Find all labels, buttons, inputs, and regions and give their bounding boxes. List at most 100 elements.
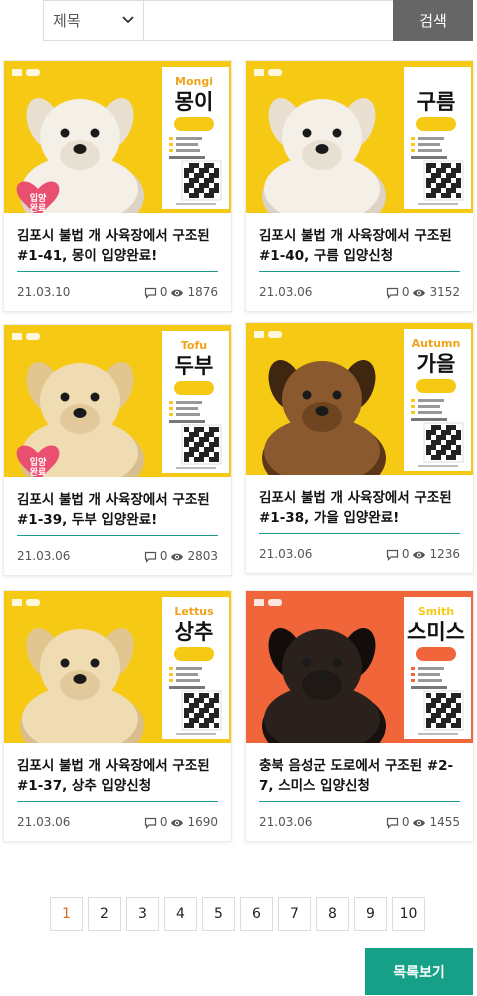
card-divider [259, 533, 460, 534]
dog-poster-image: Smith 스미스 [246, 591, 473, 743]
search-input[interactable] [144, 1, 393, 40]
view-count: 1690 [187, 815, 218, 829]
page-link[interactable]: 7 [278, 897, 311, 931]
post-title[interactable]: 김포시 불법 개 사육장에서 구조된 #1-38, 가을 입양완료! [259, 488, 460, 528]
post-title[interactable]: 김포시 불법 개 사육장에서 구조된 #1-37, 상추 입양신청 [17, 756, 218, 796]
post-thumbnail[interactable]: Smith 스미스 [246, 591, 473, 743]
post-stats: 0 1236 [386, 547, 460, 561]
post-meta: 21.03.06 0 1236 [259, 547, 460, 561]
chevron-down-icon [122, 14, 134, 27]
page-link[interactable]: 8 [316, 897, 349, 931]
page-link[interactable]: 6 [240, 897, 273, 931]
post-thumbnail[interactable]: Tofu 두부 입양 완료 [4, 325, 231, 477]
svg-text:Lettus: Lettus [174, 605, 214, 618]
dog-poster-image: Tofu 두부 입양 완료 [4, 325, 231, 477]
svg-text:입양: 입양 [30, 192, 47, 204]
svg-text:Autumn: Autumn [412, 337, 461, 350]
comment-icon [144, 285, 157, 299]
comment-icon [144, 549, 157, 563]
post-card[interactable]: Tofu 두부 입양 완료 김포시 불법 개 사육장에서 구조된 #1-39, … [3, 324, 232, 576]
card-divider [17, 271, 218, 272]
post-card[interactable]: Lettus 상추 김포시 불법 개 사육장에서 구조된 #1-37, 상추 입… [3, 590, 232, 842]
comment-count: 0 [401, 547, 410, 561]
card-divider [17, 535, 218, 536]
comment-icon [386, 815, 399, 829]
post-stats: 0 1876 [144, 285, 218, 299]
svg-text:두부: 두부 [175, 354, 214, 378]
search-button[interactable]: 검색 [393, 0, 473, 41]
dog-poster-image: 구름 [246, 61, 473, 213]
list-view-button[interactable]: 목록보기 [365, 948, 473, 995]
search-bar: 제목 검색 [43, 0, 473, 41]
page-link[interactable]: 1 [50, 897, 83, 931]
post-thumbnail[interactable]: 구름 [246, 61, 473, 213]
comment-count: 0 [401, 815, 410, 829]
view-count: 1455 [429, 815, 460, 829]
post-date: 21.03.06 [17, 549, 71, 563]
post-title[interactable]: 충북 음성군 도로에서 구조된 #2-7, 스미스 입양신청 [259, 756, 460, 796]
post-meta: 21.03.10 0 1876 [17, 285, 218, 299]
post-date: 21.03.06 [259, 285, 313, 299]
svg-text:Smith: Smith [418, 605, 454, 618]
post-stats: 0 1690 [144, 815, 218, 829]
post-date: 21.03.06 [17, 815, 71, 829]
post-date: 21.03.10 [17, 285, 71, 299]
eye-icon [412, 815, 426, 829]
svg-text:완료: 완료 [30, 202, 47, 213]
svg-text:구름: 구름 [417, 90, 456, 114]
svg-text:가을: 가을 [417, 352, 456, 376]
page-link[interactable]: 3 [126, 897, 159, 931]
post-card[interactable]: Mongi 몽이 입양 완료 김포시 불법 개 사육장에서 구조된 #1-41,… [3, 60, 232, 312]
comment-count: 0 [159, 285, 168, 299]
page-link[interactable]: 5 [202, 897, 235, 931]
page-link[interactable]: 2 [88, 897, 121, 931]
svg-text:몽이: 몽이 [175, 90, 214, 114]
svg-text:완료: 완료 [30, 466, 47, 477]
svg-text:상추: 상추 [175, 620, 214, 644]
dog-poster-image: Mongi 몽이 입양 완료 [4, 61, 231, 213]
post-card[interactable]: Smith 스미스 충북 음성군 도로에서 구조된 #2-7, 스미스 입양신청… [245, 590, 474, 842]
post-date: 21.03.06 [259, 815, 313, 829]
post-stats: 0 3152 [386, 285, 460, 299]
eye-icon [170, 815, 184, 829]
eye-icon [170, 285, 184, 299]
view-count: 1876 [187, 285, 218, 299]
post-title[interactable]: 김포시 불법 개 사육장에서 구조된 #1-41, 몽이 입양완료! [17, 226, 218, 266]
view-count: 3152 [429, 285, 460, 299]
page-link[interactable]: 4 [164, 897, 197, 931]
page-link[interactable]: 9 [354, 897, 387, 931]
page-link[interactable]: 10 [392, 897, 425, 931]
dog-poster-image: Lettus 상추 [4, 591, 231, 743]
search-category-select[interactable]: 제목 [44, 1, 144, 40]
comment-icon [386, 285, 399, 299]
post-meta: 21.03.06 0 3152 [259, 285, 460, 299]
post-card[interactable]: 구름 김포시 불법 개 사육장에서 구조된 #1-40, 구름 입양신청 21.… [245, 60, 474, 312]
eye-icon [412, 285, 426, 299]
post-title[interactable]: 김포시 불법 개 사육장에서 구조된 #1-39, 두부 입양완료! [17, 490, 218, 530]
pagination: 1 2 3 4 5 6 7 8 9 10 [50, 897, 425, 931]
card-divider [259, 271, 460, 272]
post-meta: 21.03.06 0 1455 [259, 815, 460, 829]
dog-poster-image: Autumn 가을 [246, 323, 473, 475]
view-count: 1236 [429, 547, 460, 561]
eye-icon [170, 549, 184, 563]
svg-text:입양: 입양 [30, 456, 47, 468]
comment-icon [144, 815, 157, 829]
post-stats: 0 1455 [386, 815, 460, 829]
post-thumbnail[interactable]: Lettus 상추 [4, 591, 231, 743]
post-thumbnail[interactable]: Autumn 가을 [246, 323, 473, 475]
post-date: 21.03.06 [259, 547, 313, 561]
svg-text:Mongi: Mongi [175, 75, 213, 88]
comment-count: 0 [159, 815, 168, 829]
post-card[interactable]: Autumn 가을 김포시 불법 개 사육장에서 구조된 #1-38, 가을 입… [245, 322, 474, 574]
comment-icon [386, 547, 399, 561]
card-divider [17, 801, 218, 802]
post-title[interactable]: 김포시 불법 개 사육장에서 구조된 #1-40, 구름 입양신청 [259, 226, 460, 266]
post-thumbnail[interactable]: Mongi 몽이 입양 완료 [4, 61, 231, 213]
comment-count: 0 [401, 285, 410, 299]
post-meta: 21.03.06 0 1690 [17, 815, 218, 829]
card-divider [259, 801, 460, 802]
eye-icon [412, 547, 426, 561]
post-stats: 0 2803 [144, 549, 218, 563]
post-meta: 21.03.06 0 2803 [17, 549, 218, 563]
